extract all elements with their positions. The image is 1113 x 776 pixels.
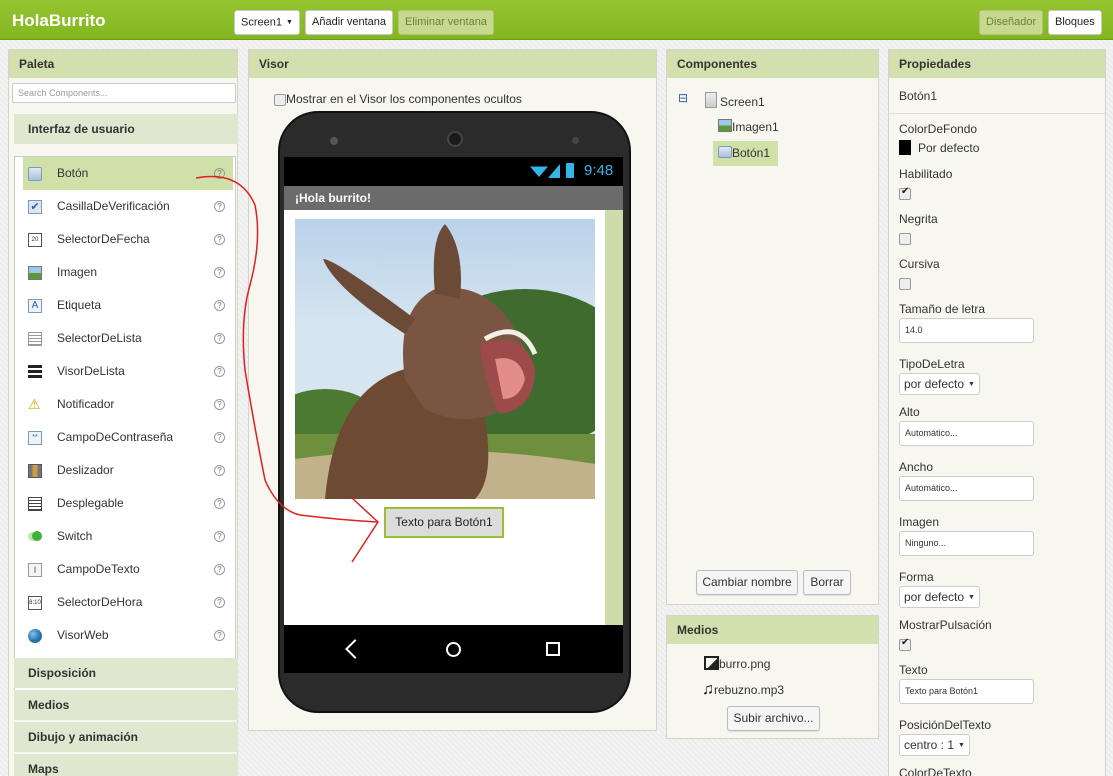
collapse-icon[interactable]: ⊟: [678, 91, 688, 105]
properties-panel: Propiedades Botón1 ColorDeFondo Por defe…: [888, 49, 1106, 776]
font-label: TipoDeLetra: [899, 357, 965, 371]
image-label: Imagen: [899, 515, 940, 529]
chevron-down-icon: ▼: [958, 741, 965, 749]
properties-component-name: Botón1: [889, 78, 1105, 114]
button-icon: [718, 146, 732, 158]
media-file-label: burro.png: [719, 657, 771, 671]
width-label: Ancho: [899, 460, 934, 474]
music-note-icon: ♫: [702, 681, 714, 698]
feedback-label: MostrarPulsación: [899, 618, 992, 632]
enabled-checkbox[interactable]: [899, 186, 911, 200]
height-input[interactable]: Automático...: [899, 421, 1034, 446]
media-title: Medios: [667, 616, 878, 644]
italic-checkbox[interactable]: [899, 277, 911, 290]
bgcolor-label: ColorDeFondo: [899, 122, 978, 136]
text-label: Texto: [899, 663, 928, 677]
italic-label: Cursiva: [899, 257, 940, 271]
media-panel: Medios burro.png ♫rebuzno.mp3 Subir arch…: [666, 615, 879, 739]
image-input[interactable]: Ninguno...: [899, 531, 1034, 556]
components-title: Componentes: [667, 50, 878, 78]
upload-button[interactable]: Subir archivo...: [727, 706, 820, 731]
font-select[interactable]: por defecto ▼: [899, 373, 980, 395]
fontsize-label: Tamaño de letra: [899, 302, 986, 316]
delete-button[interactable]: Borrar: [803, 570, 851, 595]
tree-item-label: Botón1: [732, 146, 771, 160]
bold-label: Negrita: [899, 212, 938, 226]
font-select-value: por defecto: [904, 377, 965, 391]
screen-icon: [705, 92, 717, 108]
chevron-down-icon: ▼: [968, 593, 975, 601]
textalign-label: PosiciónDelTexto: [899, 718, 992, 732]
shape-label: Forma: [899, 570, 934, 584]
media-file-audio[interactable]: ♫rebuzno.mp3: [702, 681, 785, 698]
bold-checkbox[interactable]: [899, 232, 911, 245]
properties-title: Propiedades: [889, 50, 1105, 78]
chevron-down-icon: ▼: [968, 380, 975, 388]
textalign-select[interactable]: centro : 1 ▼: [899, 734, 970, 756]
color-swatch: [899, 140, 911, 155]
media-file-label: rebuzno.mp3: [714, 683, 785, 697]
image-icon: [718, 119, 732, 132]
enabled-label: Habilitado: [899, 167, 953, 181]
tree-item-label: Screen1: [720, 95, 765, 109]
media-file-image[interactable]: burro.png: [704, 656, 770, 671]
feedback-checkbox[interactable]: [899, 637, 911, 651]
shape-select[interactable]: por defecto ▼: [899, 586, 980, 608]
width-input[interactable]: Automático...: [899, 476, 1034, 501]
rename-button[interactable]: Cambiar nombre: [696, 570, 798, 595]
textcolor-label: ColorDeTexto: [899, 766, 972, 776]
bold-checkbox-wrap[interactable]: [899, 231, 911, 245]
height-label: Alto: [899, 405, 920, 419]
bgcolor-control[interactable]: Por defecto: [899, 140, 979, 155]
fontsize-input[interactable]: 14.0: [899, 318, 1034, 343]
enabled-checkbox-wrap[interactable]: [899, 186, 911, 200]
text-input[interactable]: Texto para Botón1: [899, 679, 1034, 704]
components-panel: Componentes ⊟ Screen1 Imagen1 Botón1 Cam…: [666, 49, 879, 605]
tree-item-screen1[interactable]: Screen1: [705, 92, 765, 109]
tree-item-boton1[interactable]: Botón1: [713, 141, 778, 166]
italic-checkbox-wrap[interactable]: [899, 276, 911, 290]
shape-select-value: por defecto: [904, 590, 965, 604]
picture-icon: [704, 656, 719, 670]
tree-item-label: Imagen1: [732, 120, 779, 134]
tree-item-imagen1[interactable]: Imagen1: [718, 119, 779, 134]
feedback-checkbox-wrap[interactable]: [899, 637, 911, 651]
bgcolor-value: Por defecto: [918, 141, 980, 155]
textalign-select-value: centro : 1: [904, 738, 955, 752]
